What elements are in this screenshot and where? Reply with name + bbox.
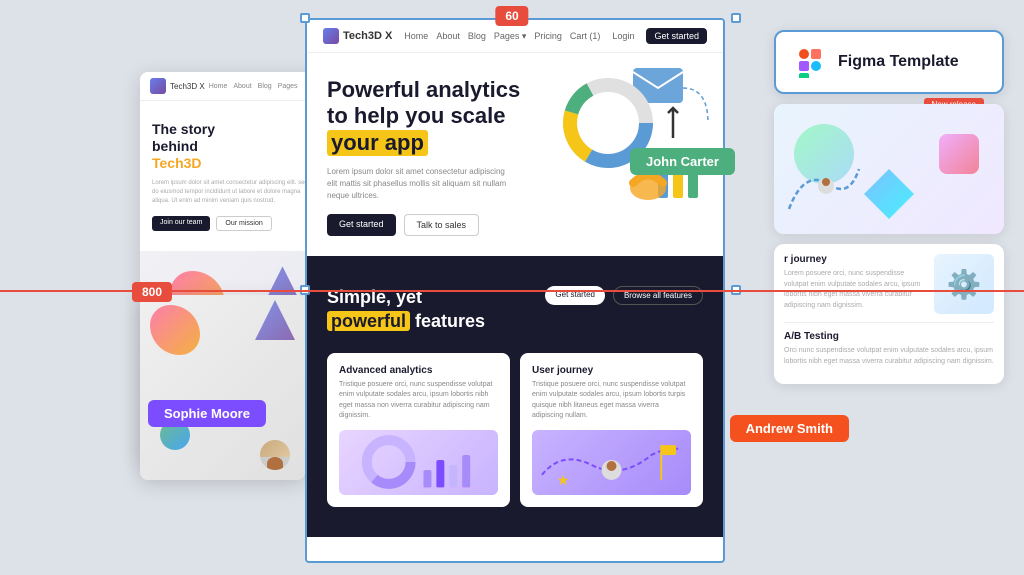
canvas: 60 800 Tech3D X Home About Blog Pages Th… (0, 0, 1024, 575)
left-mission-btn[interactable]: Our mission (216, 216, 271, 231)
sophie-inner (140, 295, 305, 480)
hero-description: Lorem ipsum dolor sit amet consectetur a… (327, 166, 507, 202)
sophie-moore-badge: Sophie Moore (148, 400, 266, 427)
site-header-actions: Login Get started (612, 28, 707, 44)
sophie-avatar (260, 440, 290, 470)
journey-small-visual: ⚙️ (934, 254, 994, 314)
journey-title: r journey (784, 254, 926, 265)
left-hero-desc: Lorem ipsum dolor sit amet consectetur a… (152, 179, 313, 206)
handle-top-right[interactable] (731, 13, 741, 23)
left-mockup-hero: The story behind Tech3D Lorem ipsum dolo… (140, 101, 325, 251)
left-logo-text: Tech3D X (170, 82, 205, 91)
sophie-panel (140, 295, 305, 480)
feature-card-analytics: Advanced analytics Tristique posuere orc… (327, 353, 510, 507)
john-carter-badge: John Carter (630, 148, 735, 175)
right-shape2 (939, 134, 979, 174)
handle-top-left[interactable] (300, 13, 310, 23)
hero-talk-sales-btn[interactable]: Talk to sales (404, 214, 480, 236)
left-hero-title: The story behind Tech3D (152, 121, 313, 171)
ab-desc: Orci nunc suspendisse volutpat enim vulp… (784, 346, 994, 367)
analytics-visual (339, 430, 498, 495)
sophie-shape1 (150, 305, 200, 355)
right-panel: Figma Template New release r journey (774, 30, 1004, 384)
left-mockup-nav: Home About Blog Pages (209, 83, 298, 90)
journey-visual: ★ (532, 430, 691, 495)
figma-icon (794, 46, 826, 78)
left-mockup-header: Tech3D X Home About Blog Pages (140, 72, 325, 101)
site-dark-section: Simple, yet powerful features Get starte… (307, 256, 723, 537)
hero-get-started-btn[interactable]: Get started (327, 214, 396, 236)
svg-text:★: ★ (557, 472, 569, 488)
right-ab-card: r journey Lorem posuere orci, nunc suspe… (774, 244, 1004, 384)
left-logo-icon (150, 78, 166, 94)
figma-template-card: Figma Template (774, 30, 1004, 94)
login-link[interactable]: Login (612, 31, 634, 41)
selection-badge-top: 60 (495, 6, 528, 26)
feature-card-journey: User journey Tristique posuere orci, nun… (520, 353, 703, 507)
hero-title: Powerful analytics to help you scale you… (327, 77, 527, 156)
right-shape3 (864, 169, 914, 219)
right-journey-card (774, 104, 1004, 234)
hero-svg (543, 58, 718, 223)
logo-icon (323, 28, 339, 44)
sophie-shape2 (255, 300, 295, 340)
site-logo: Tech3D X (323, 28, 392, 44)
ab-title: A/B Testing (784, 331, 994, 342)
left-hero-buttons: Join our team Our mission (152, 216, 313, 231)
get-started-btn[interactable]: Get started (646, 28, 707, 44)
andrew-smith-badge: Andrew Smith (730, 415, 849, 442)
left-join-btn[interactable]: Join our team (152, 216, 210, 231)
site-nav: Home About Blog Pages ▾ Pricing Cart (1) (404, 31, 600, 42)
right-journey-bg (774, 104, 1004, 234)
feature-cards: Advanced analytics Tristique posuere orc… (327, 353, 703, 507)
figma-title: Figma Template (838, 53, 959, 71)
hero-illustration (543, 58, 718, 223)
selection-badge-left: 800 (132, 282, 172, 302)
